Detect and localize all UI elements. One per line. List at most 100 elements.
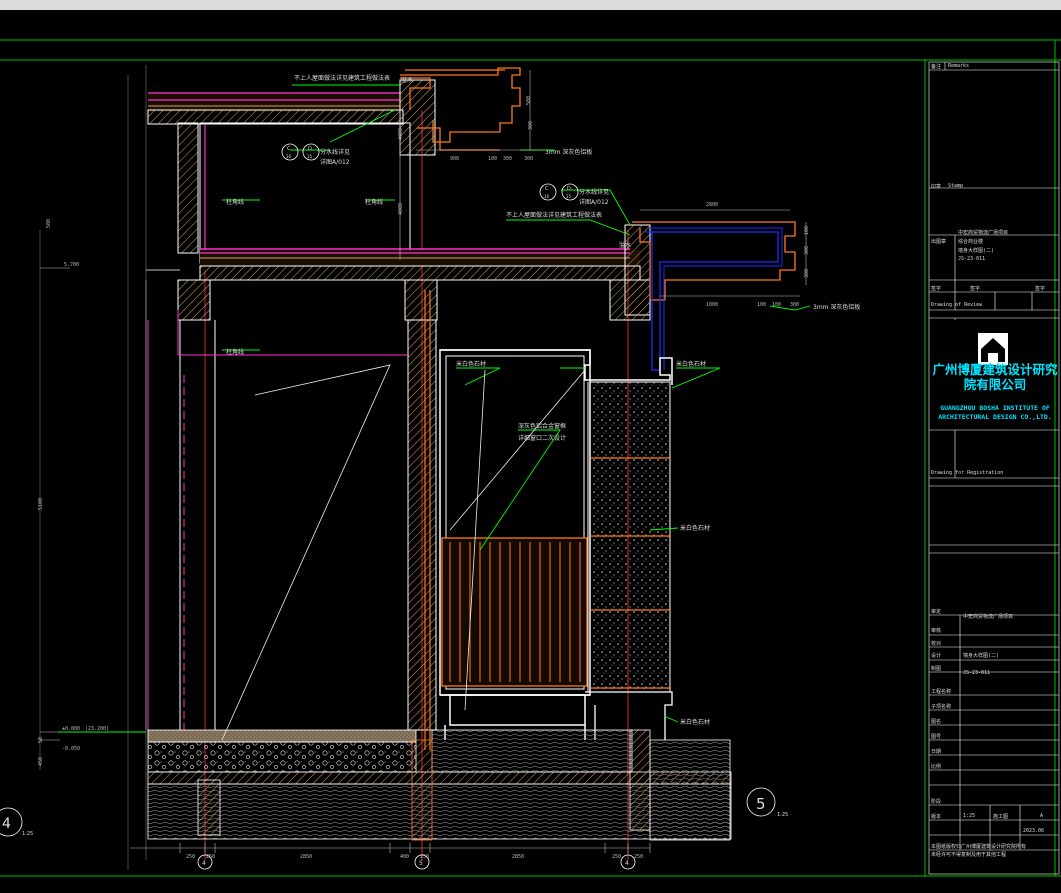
dim-right-7: 300: [804, 269, 810, 278]
tb-scale-value: 1:25: [963, 813, 976, 819]
label-column-low: 柱角线: [226, 348, 244, 356]
level-mid: ±0.000: [62, 726, 80, 732]
company-name-cn: 广州博厦建筑设计研究院有限公司: [932, 362, 1058, 392]
tb-sig-1: 签字: [931, 286, 942, 292]
axis-label-2: 5: [419, 860, 423, 867]
dim-bottom-3: 2850: [300, 854, 312, 860]
label-drain-a-ref: 详图A/012: [320, 158, 350, 166]
dim-right-3: 100: [772, 302, 781, 308]
callout-top-n2: 15: [307, 154, 313, 159]
axis-label-right: 5: [756, 795, 766, 813]
column-left-lines: [147, 310, 408, 740]
dim-height-col2: 4000: [398, 203, 404, 215]
tb-project-value: 中宏商贸物流广场项目: [963, 614, 1014, 620]
tb-drawing-cn: 墙身大样图(二): [958, 248, 995, 254]
tb-sig-3: 签字: [1035, 286, 1046, 292]
scale-left: 1:25: [22, 831, 33, 837]
tb-phase-lbl: 阶段: [931, 799, 942, 805]
dim-bottom-1: 250: [186, 854, 195, 860]
label-column-left: 柱角线: [226, 198, 244, 206]
column-left-upper: [146, 122, 411, 271]
tb-sig-2: 签字: [970, 286, 981, 292]
axis-label-1: 4: [202, 860, 206, 867]
tb-review: 审核: [931, 628, 942, 634]
callout-mid-n2: 15: [566, 194, 572, 199]
company-logo: [978, 333, 1008, 365]
dim-span-top: 2800: [706, 202, 718, 208]
tb-review-label: Drawing of Review: [931, 302, 983, 308]
dim-mid-1: 900: [450, 156, 459, 162]
tb-drawno-cn: JS-23-011: [958, 256, 986, 262]
tb-project-cn: 中宏商贸物流广场项目: [958, 230, 1009, 236]
level-top: 5.700: [64, 262, 79, 268]
tb-phase-value: 施工图: [993, 814, 1009, 820]
tb-footer-2: 未经许可不得复制及用于其他工程: [931, 852, 1007, 858]
callout-mid-c2: D: [567, 186, 571, 192]
label-finish-gray-a: 3mm 深灰色铝板: [545, 148, 592, 156]
tb-seal: 出图章: [931, 239, 947, 245]
label-slab-waterproof: 不上人屋面做法详见建筑工程做法表: [506, 211, 602, 219]
tb-approve: 审定: [931, 609, 942, 615]
dim-height-col: 4000: [398, 128, 404, 140]
dim-mid-2: 100: [488, 156, 497, 162]
callout-mid-n1: 16: [544, 194, 550, 199]
label-roof-waterproof: 不上人屋面做法详见建筑工程做法表: [294, 74, 390, 82]
label-drain-b-ref: 详图A/012: [579, 198, 609, 206]
dim-bottom-6: 2850: [512, 854, 524, 860]
tb-date-lbl: 日期: [931, 749, 942, 755]
level-low: -0.050: [62, 746, 80, 752]
tb-drawno-value: JS-23-011: [963, 670, 991, 676]
axis-label-3: 4: [625, 860, 629, 867]
tb-notes: 备注: [931, 64, 942, 70]
dim-bottom-7: 250: [612, 854, 621, 860]
label-stone-top: 米白色石材: [456, 360, 486, 368]
level-mid-note: (23.200): [85, 726, 109, 732]
label-drain-b: 分水线详见: [579, 188, 609, 196]
callout-top-c1: C: [287, 146, 291, 152]
cad-drawing-canvas[interactable]: 不上人屋面做法详见建筑工程做法表 溢水 不上人屋面做法详见建筑工程做法表 溢水 …: [0, 10, 1061, 893]
tb-drawing-value: 墙身大样图(二): [963, 653, 1000, 659]
tb-stamp-en: Stamp: [948, 183, 964, 189]
tb-version-lbl: 版本: [931, 814, 942, 820]
scale-right: 1:25: [777, 812, 788, 818]
label-overflow-a: 溢水: [401, 76, 413, 84]
tb-draw: 制图: [931, 666, 942, 672]
label-stone-mid: 米白色石材: [680, 524, 710, 532]
dim-bottom-8: 250: [634, 854, 643, 860]
wood-grille[interactable]: [441, 537, 588, 687]
stone-cladding[interactable]: [585, 381, 673, 740]
tb-notes-en: Remarks: [948, 63, 970, 69]
guide-lines: [39, 65, 147, 870]
tb-project-lbl: 工程名称: [931, 689, 952, 695]
dim-top-b: 300: [528, 121, 534, 130]
tb-subproject-cn: 综合商业楼: [958, 239, 984, 245]
label-finish-gray-b: 3mm 深灰色铝板: [813, 303, 860, 311]
dim-mid-4: 300: [524, 156, 533, 162]
dim-bottom-4: 400: [400, 854, 409, 860]
callout-mid-c1: C: [545, 186, 549, 192]
dim-right-5: 100: [804, 226, 810, 235]
axis-label-left: 4: [2, 816, 11, 832]
tb-stamp: 印章: [931, 184, 942, 190]
tb-footer-1: 本图纸版权归广州博厦建筑设计研究院所有: [931, 844, 1027, 850]
label-stone-upper-right: 米白色石材: [676, 360, 706, 368]
tb-reg-label: Drawing for Registration: [931, 470, 1004, 476]
dim-left-3: 50: [38, 737, 44, 743]
dim-bottom-2: 250: [206, 854, 215, 860]
tb-design: 设计: [931, 653, 942, 659]
dim-right-2: 100: [757, 302, 766, 308]
tb-date-value: 2023.06: [1023, 828, 1045, 834]
callout-top-n1: 16: [286, 154, 292, 159]
dim-left-1: 500: [46, 219, 52, 228]
foundation: [147, 729, 732, 841]
tb-subproject-lbl: 子项名称: [931, 704, 952, 710]
label-column-mid: 柱角线: [365, 198, 383, 206]
dim-right-1: 1000: [706, 302, 718, 308]
company-name-en: GUANGZHOU BOSHA INSTITUTE OF ARCHITECTUR…: [938, 404, 1052, 421]
tb-scale-lbl: 比例: [931, 764, 942, 770]
dim-left-4: 450: [38, 757, 44, 766]
dim-left-2: 5100: [38, 498, 44, 510]
label-glass-note-1: 深灰色铝合金窗框: [518, 422, 566, 430]
dim-right-6: 300: [804, 246, 810, 255]
dim-mid-3: 300: [503, 156, 512, 162]
